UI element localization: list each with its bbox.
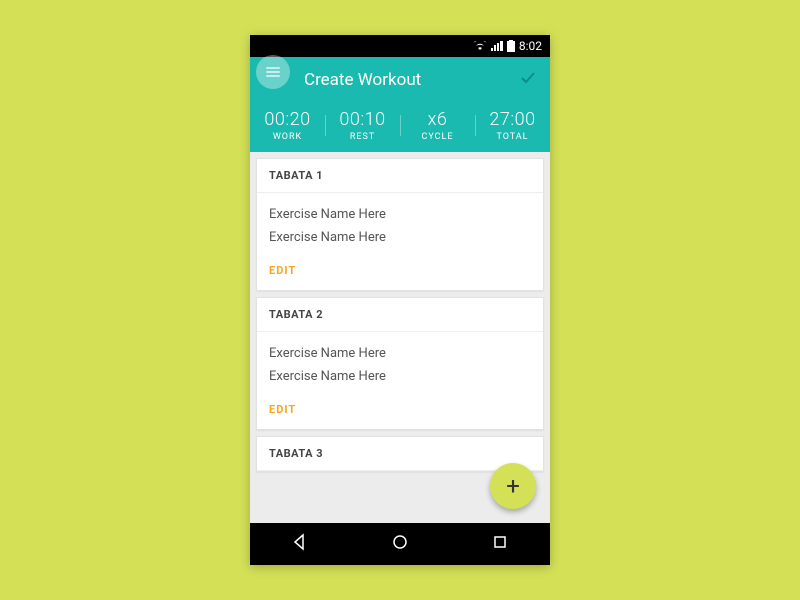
edit-button[interactable]: EDIT <box>269 264 296 277</box>
edit-button[interactable]: EDIT <box>269 403 296 416</box>
nav-back[interactable] <box>291 533 309 555</box>
app-bar: Create Workout <box>250 57 550 103</box>
stat-total[interactable]: 27:00 TOTAL <box>475 109 550 142</box>
status-bar: 8:02 <box>250 35 550 57</box>
status-time: 8:02 <box>519 39 542 53</box>
exercise-item: Exercise Name Here <box>269 203 531 226</box>
back-icon <box>291 533 309 551</box>
exercise-item: Exercise Name Here <box>269 365 531 388</box>
nav-home[interactable] <box>391 533 409 555</box>
signal-icon <box>491 41 503 51</box>
confirm-button[interactable] <box>520 70 540 91</box>
phone-frame: 8:02 Create Workout 00:20 WORK 00:10 RES… <box>250 35 550 565</box>
add-button[interactable]: + <box>490 463 536 509</box>
menu-button[interactable] <box>256 55 290 89</box>
nav-recent[interactable] <box>491 533 509 555</box>
content-area: TABATA 1 Exercise Name Here Exercise Nam… <box>250 152 550 523</box>
card-title: TABATA 2 <box>257 298 543 332</box>
wifi-icon <box>473 41 487 51</box>
plus-icon: + <box>506 472 520 500</box>
stats-row: 00:20 WORK 00:10 REST x6 CYCLE 27:00 TOT… <box>250 103 550 152</box>
battery-icon <box>507 40 515 52</box>
stat-rest[interactable]: 00:10 REST <box>325 109 400 142</box>
card-title: TABATA 1 <box>257 159 543 193</box>
exercise-item: Exercise Name Here <box>269 226 531 249</box>
exercise-item: Exercise Name Here <box>269 342 531 365</box>
hamburger-icon <box>266 67 280 77</box>
tabata-card: TABATA 1 Exercise Name Here Exercise Nam… <box>256 158 544 291</box>
home-icon <box>391 533 409 551</box>
android-nav-bar <box>250 523 550 565</box>
page-title: Create Workout <box>304 70 421 90</box>
recent-icon <box>491 533 509 551</box>
stat-cycle[interactable]: x6 CYCLE <box>400 109 475 142</box>
tabata-card: TABATA 2 Exercise Name Here Exercise Nam… <box>256 297 544 430</box>
check-icon <box>520 70 536 86</box>
stat-work[interactable]: 00:20 WORK <box>250 109 325 142</box>
